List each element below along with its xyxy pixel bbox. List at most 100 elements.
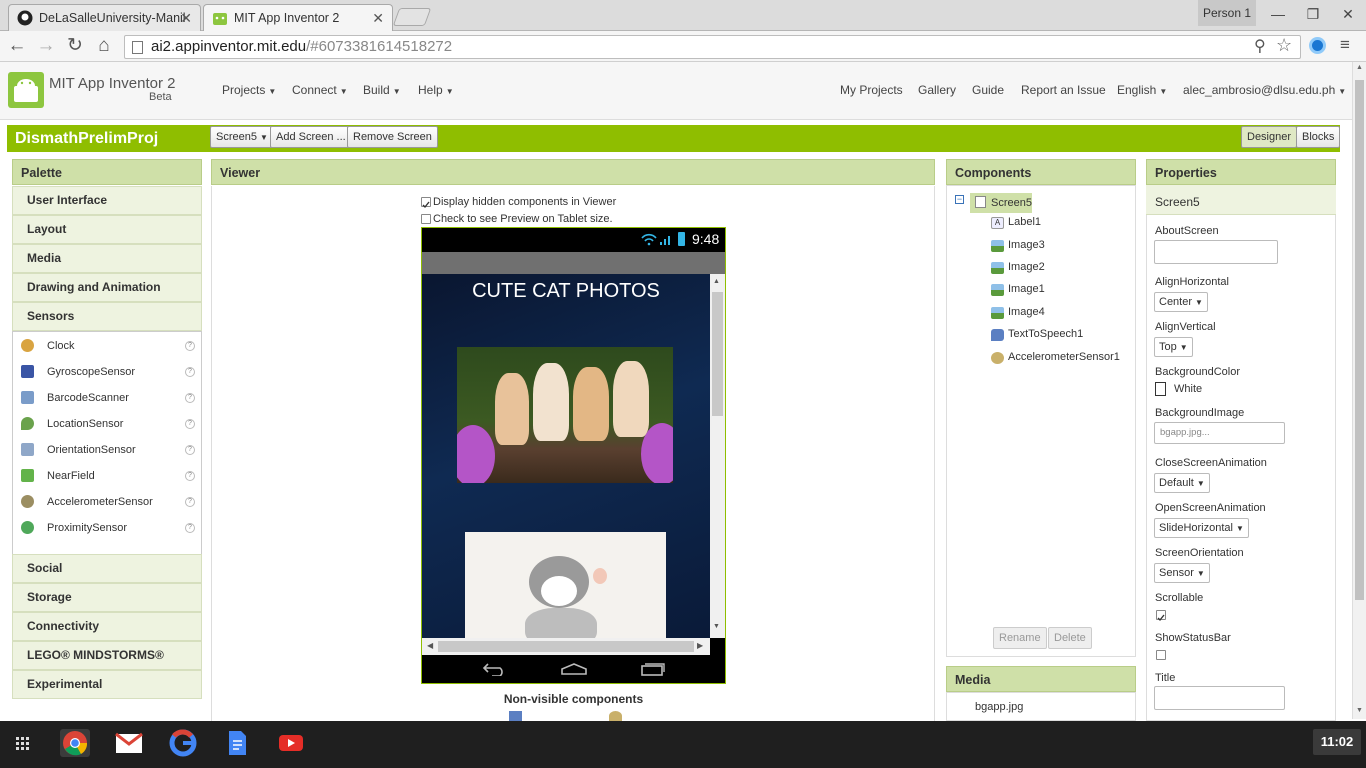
help-icon[interactable]: ? xyxy=(185,445,195,455)
palette-category-user-interface[interactable]: User Interface xyxy=(12,186,202,215)
help-icon[interactable]: ? xyxy=(185,523,195,533)
link-report-issue[interactable]: Report an Issue xyxy=(1021,83,1106,97)
palette-category-connectivity[interactable]: Connectivity xyxy=(12,612,202,641)
palette-item-orientation[interactable]: OrientationSensor? xyxy=(13,437,201,463)
youtube-icon[interactable] xyxy=(276,729,306,757)
tablet-preview-checkbox[interactable] xyxy=(421,214,431,224)
palette-category-drawing[interactable]: Drawing and Animation xyxy=(12,273,202,302)
about-screen-textarea[interactable] xyxy=(1154,240,1278,264)
align-vertical-dropdown[interactable]: Top ▼ xyxy=(1154,337,1193,357)
palette-category-storage[interactable]: Storage xyxy=(12,583,202,612)
link-guide[interactable]: Guide xyxy=(972,83,1004,97)
palette-category-social[interactable]: Social xyxy=(12,554,202,583)
gmail-icon[interactable] xyxy=(114,729,144,757)
remove-screen-button[interactable]: Remove Screen xyxy=(347,126,438,148)
restore-icon[interactable]: ❐ xyxy=(1298,3,1328,25)
help-icon[interactable]: ? xyxy=(185,419,195,429)
menu-icon[interactable]: ≡ xyxy=(1340,35,1350,55)
bookmark-star-icon[interactable]: ☆ xyxy=(1276,35,1292,56)
scroll-up-icon[interactable]: ▲ xyxy=(713,278,720,285)
help-icon[interactable]: ? xyxy=(185,393,195,403)
palette-category-lego[interactable]: LEGO® MINDSTORMS® xyxy=(12,641,202,670)
home-nav-icon[interactable] xyxy=(560,662,588,676)
open-animation-dropdown[interactable]: SlideHorizontal ▼ xyxy=(1154,518,1249,538)
phone-horizontal-scrollbar[interactable]: ◀ ▶ xyxy=(422,638,710,655)
add-screen-button[interactable]: Add Screen ... xyxy=(270,126,352,148)
palette-category-sensors[interactable]: Sensors xyxy=(12,302,202,331)
screen-orientation-dropdown[interactable]: Sensor ▼ xyxy=(1154,563,1210,583)
texttospeech-icon[interactable] xyxy=(509,711,522,721)
scroll-left-icon[interactable]: ◀ xyxy=(427,641,433,650)
forward-icon[interactable]: → xyxy=(34,34,58,58)
home-icon[interactable]: ⌂ xyxy=(92,34,116,58)
page-scrollbar[interactable]: ▲ ▼ xyxy=(1352,62,1366,719)
tab-close-icon[interactable]: ✕ xyxy=(372,10,384,27)
close-animation-dropdown[interactable]: Default ▼ xyxy=(1154,473,1210,493)
system-clock[interactable]: 11:02 xyxy=(1313,729,1361,755)
designer-button[interactable]: Designer xyxy=(1241,126,1298,148)
palette-category-media[interactable]: Media xyxy=(12,244,202,273)
help-icon[interactable]: ? xyxy=(185,471,195,481)
menu-language[interactable]: English ▼ xyxy=(1117,83,1167,97)
blocks-button[interactable]: Blocks xyxy=(1296,126,1341,148)
scroll-down-icon[interactable]: ▼ xyxy=(1356,707,1363,714)
scroll-down-icon[interactable]: ▼ xyxy=(713,623,720,630)
phone-vertical-scrollbar[interactable]: ▲ ▼ xyxy=(710,274,725,638)
menu-help[interactable]: Help ▼ xyxy=(418,83,454,97)
tab-github[interactable]: DeLaSalleUniversity-Manil ✕ xyxy=(8,4,201,31)
palette-item-proximity[interactable]: ProximitySensor? xyxy=(13,515,201,541)
screen-select-dropdown[interactable]: Screen5 ▼ xyxy=(210,126,274,148)
scroll-right-icon[interactable]: ▶ xyxy=(697,641,703,650)
color-swatch[interactable] xyxy=(1155,382,1166,396)
help-icon[interactable]: ? xyxy=(185,497,195,507)
rename-button[interactable]: Rename xyxy=(993,627,1047,649)
menu-projects[interactable]: Projects ▼ xyxy=(222,83,276,97)
title-input[interactable] xyxy=(1154,686,1285,710)
menu-build[interactable]: Build ▼ xyxy=(363,83,401,97)
menu-connect[interactable]: Connect ▼ xyxy=(292,83,348,97)
palette-category-experimental[interactable]: Experimental xyxy=(12,670,202,699)
bgcolor-value[interactable]: White xyxy=(1174,383,1202,395)
app-inventor-logo[interactable] xyxy=(8,72,44,108)
close-window-icon[interactable]: ✕ xyxy=(1333,3,1363,25)
help-icon[interactable]: ? xyxy=(185,341,195,351)
collapse-icon[interactable]: − xyxy=(955,195,964,204)
palette-item-location[interactable]: LocationSensor? xyxy=(13,411,201,437)
scrollable-checkbox[interactable] xyxy=(1156,610,1166,622)
cat-photo-2[interactable] xyxy=(465,532,666,638)
menu-account[interactable]: alec_ambrosio@dlsu.edu.ph ▼ xyxy=(1183,83,1346,97)
reload-icon[interactable]: ↻ xyxy=(63,34,87,58)
scroll-up-icon[interactable]: ▲ xyxy=(1356,64,1363,71)
google-icon[interactable] xyxy=(168,729,198,757)
palette-item-clock[interactable]: Clock? xyxy=(13,333,201,359)
media-file[interactable]: bgapp.jpg xyxy=(975,701,1023,713)
display-hidden-checkbox[interactable] xyxy=(421,197,431,209)
scroll-thumb[interactable] xyxy=(438,641,694,652)
tab-close-icon[interactable]: ✕ xyxy=(180,10,192,27)
chrome-icon[interactable] xyxy=(60,729,90,757)
show-statusbar-checkbox[interactable] xyxy=(1156,650,1166,660)
search-icon[interactable]: ⚲ xyxy=(1254,36,1266,56)
palette-item-barcode[interactable]: BarcodeScanner? xyxy=(13,385,201,411)
cat-photo-1[interactable] xyxy=(457,347,673,483)
link-gallery[interactable]: Gallery xyxy=(918,83,956,97)
profile-button[interactable]: Person 1 xyxy=(1198,0,1256,26)
minimize-icon[interactable]: — xyxy=(1263,3,1293,25)
scroll-thumb[interactable] xyxy=(712,292,723,416)
new-tab-button[interactable] xyxy=(392,8,432,26)
palette-item-nearfield[interactable]: NearField? xyxy=(13,463,201,489)
address-bar[interactable]: ai2.appinventor.mit.edu/#607338161451827… xyxy=(124,35,1301,59)
accelerometer-icon[interactable] xyxy=(609,711,622,721)
back-nav-icon[interactable] xyxy=(482,662,508,676)
tab-app-inventor[interactable]: MIT App Inventor 2 ✕ xyxy=(203,4,393,31)
apps-grid-icon[interactable] xyxy=(7,729,37,757)
extension-icon[interactable] xyxy=(1309,37,1326,54)
phone-screen[interactable]: CUTE CAT PHOTOS xyxy=(422,274,710,638)
background-image-picker[interactable]: bgapp.jpg... xyxy=(1154,422,1285,444)
docs-icon[interactable] xyxy=(222,729,252,757)
palette-item-gyroscope[interactable]: GyroscopeSensor? xyxy=(13,359,201,385)
back-icon[interactable]: ← xyxy=(5,34,29,58)
link-my-projects[interactable]: My Projects xyxy=(840,83,903,97)
tree-node-screen5[interactable]: Screen5 xyxy=(970,193,1032,213)
palette-item-accelerometer[interactable]: AccelerometerSensor? xyxy=(13,489,201,515)
